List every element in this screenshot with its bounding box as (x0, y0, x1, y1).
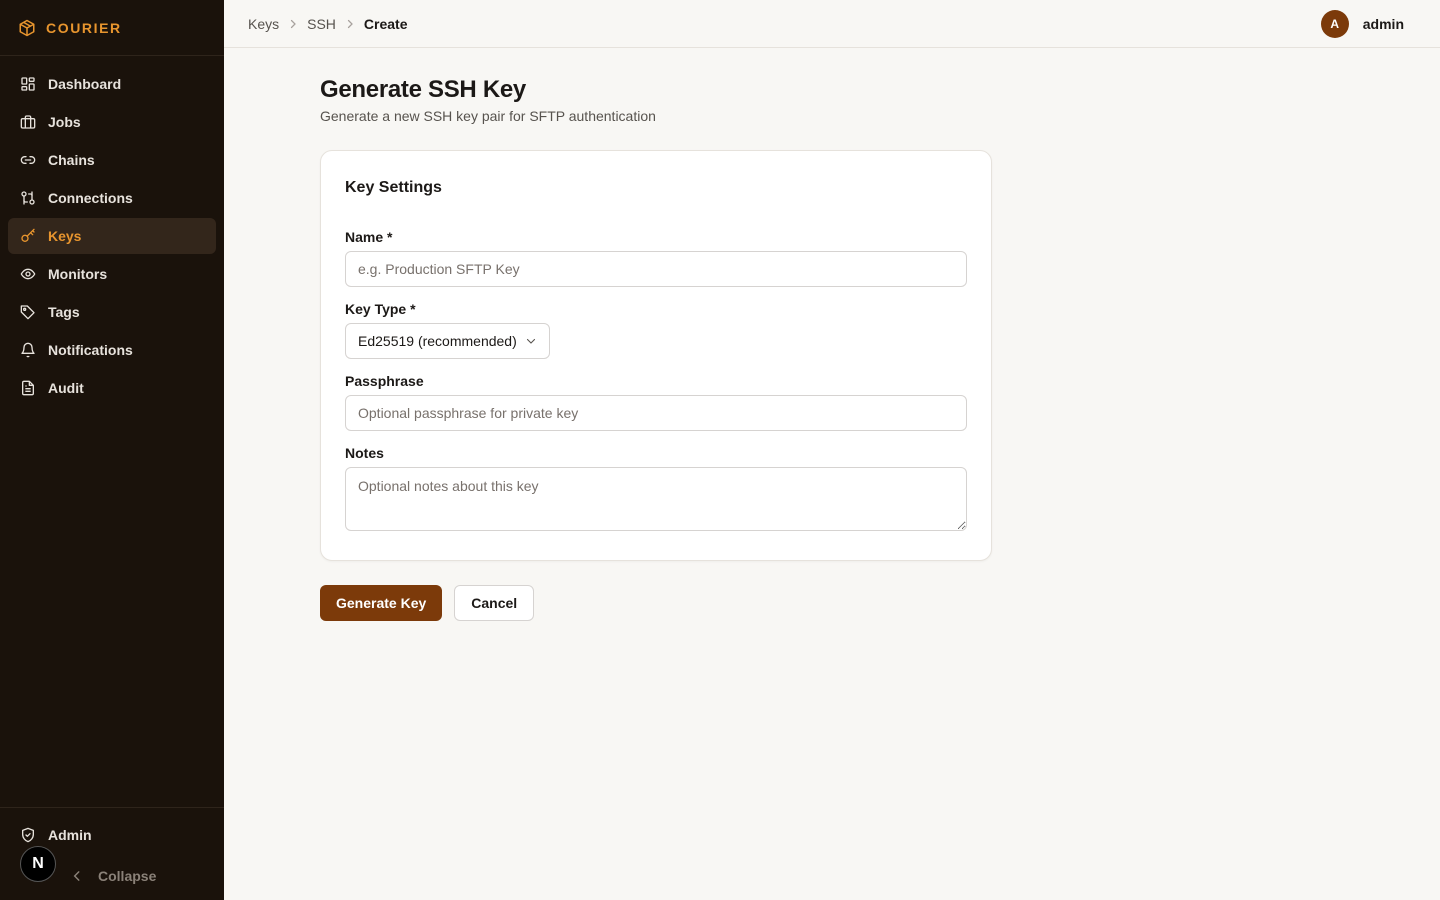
sidebar-item-keys[interactable]: Keys (8, 218, 216, 254)
dashboard-icon (21, 77, 35, 91)
key-type-label: Key Type * (345, 301, 416, 317)
brand[interactable]: COURIER (0, 0, 224, 56)
sidebar-item-connections[interactable]: Connections (8, 180, 216, 216)
sidebar-item-label: Jobs (48, 114, 81, 130)
main-content: Generate SSH Key Generate a new SSH key … (320, 48, 992, 621)
chevron-right-icon (344, 18, 356, 30)
collapse-button[interactable]: Collapse (70, 864, 156, 888)
brand-name: COURIER (46, 19, 122, 36)
key-icon (21, 228, 35, 242)
sidebar-item-label: Dashboard (48, 76, 122, 92)
sidebar-item-audit[interactable]: Audit (8, 370, 216, 406)
sidebar-item-jobs[interactable]: Jobs (8, 104, 216, 140)
chevron-down-icon (526, 338, 536, 344)
passphrase-input[interactable] (345, 395, 967, 431)
cancel-button[interactable]: Cancel (454, 585, 535, 621)
form-actions: Generate Key Cancel (320, 585, 992, 621)
key-type-select[interactable]: Ed25519 (recommended) (345, 323, 550, 359)
breadcrumb-keys[interactable]: Keys (248, 16, 279, 32)
shield-icon (22, 827, 34, 843)
sidebar-item-tags[interactable]: Tags (8, 294, 216, 330)
collapse-label: Collapse (98, 868, 157, 884)
box-logo-icon (19, 19, 35, 36)
page-subtitle: Generate a new SSH key pair for SFTP aut… (320, 108, 656, 124)
sidebar-item-label: Notifications (48, 342, 133, 358)
sidebar-item-label: Admin (48, 827, 92, 843)
link-icon (20, 156, 36, 164)
sidebar-item-label: Audit (48, 380, 84, 396)
sidebar-item-label: Connections (48, 190, 133, 206)
name-label: Name * (345, 229, 393, 245)
key-type-value: Ed25519 (recommended) (358, 333, 517, 349)
generate-key-button[interactable]: Generate Key (320, 585, 443, 621)
sidebar-nav: Dashboard Jobs Chains Connections Keys M… (0, 56, 224, 418)
topbar: Keys SSH Create A admin (224, 0, 1440, 48)
sidebar-item-monitors[interactable]: Monitors (8, 256, 216, 292)
dev-badge[interactable]: N (20, 846, 56, 882)
username: admin (1362, 16, 1404, 32)
notes-label: Notes (345, 445, 384, 461)
sidebar-footer: Admin Collapse N (0, 807, 224, 900)
briefcase-icon (20, 115, 36, 129)
chevron-right-icon (287, 18, 299, 30)
avatar: A (1320, 10, 1349, 38)
sidebar-item-notifications[interactable]: Notifications (8, 332, 216, 368)
breadcrumb-current: Create (363, 15, 408, 32)
sidebar-item-dashboard[interactable]: Dashboard (8, 66, 216, 102)
card-title: Key Settings (345, 179, 442, 196)
user-menu[interactable]: A admin (1320, 10, 1404, 38)
passphrase-label: Passphrase (345, 373, 424, 389)
sidebar-item-label: Keys (48, 228, 82, 244)
tag-icon (20, 305, 35, 320)
name-field-group: Name * (345, 229, 967, 287)
key-settings-card: Key Settings Name * Key Type * Ed25519 (… (320, 150, 992, 561)
page-title: Generate SSH Key (320, 76, 526, 103)
eye-icon (20, 268, 36, 280)
sidebar: COURIER Dashboard Jobs Chains Connection… (0, 0, 224, 900)
sidebar-item-label: Monitors (48, 266, 108, 282)
sidebar-item-chains[interactable]: Chains (8, 142, 216, 178)
breadcrumb: Keys SSH Create (248, 16, 408, 32)
sidebar-item-label: Tags (48, 304, 80, 320)
notes-field-group: Notes (345, 445, 967, 536)
passphrase-field-group: Passphrase (345, 373, 967, 431)
document-icon (22, 380, 34, 396)
connections-icon (21, 191, 35, 205)
key-type-field-group: Key Type * Ed25519 (recommended) (345, 301, 967, 359)
chevron-left-icon (73, 871, 80, 881)
breadcrumb-ssh[interactable]: SSH (307, 16, 336, 32)
name-input[interactable] (345, 251, 967, 287)
bell-icon (21, 342, 35, 358)
sidebar-item-label: Chains (48, 152, 95, 168)
notes-textarea[interactable] (345, 467, 967, 531)
